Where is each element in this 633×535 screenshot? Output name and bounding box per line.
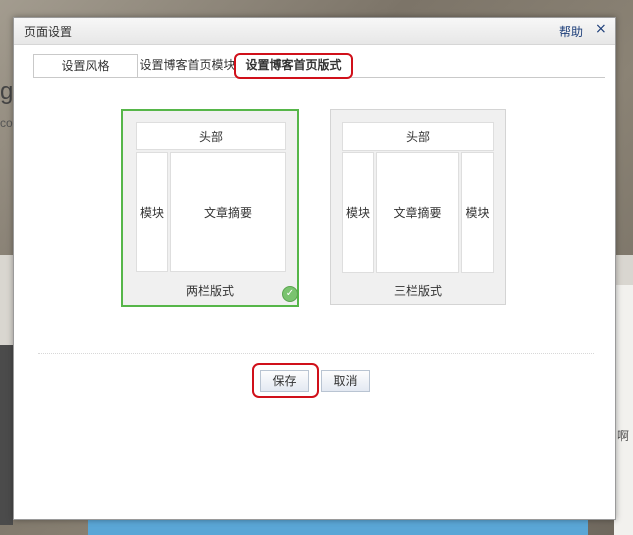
- layout-main-block: 文章摘要: [170, 152, 286, 272]
- tabs-divider: [33, 77, 605, 78]
- layout-main-block: 文章摘要: [376, 152, 459, 273]
- layout-header-block: 头部: [136, 122, 286, 150]
- footer-separator: [38, 353, 594, 354]
- cancel-button[interactable]: 取消: [321, 370, 370, 392]
- help-link[interactable]: 帮助: [559, 23, 583, 40]
- layout-option-label: 两栏版式: [185, 284, 234, 298]
- selected-check-icon: ✓: [282, 286, 298, 302]
- background-right-panel: [614, 285, 633, 535]
- page-settings-dialog: 页面设置 帮助 × 设置风格 设置博客首页模块 设置博客首页版式 头部 模块 文…: [13, 17, 616, 520]
- tab-set-layout[interactable]: 设置博客首页版式: [238, 54, 349, 76]
- tab-set-modules[interactable]: 设置博客首页模块: [139, 54, 236, 76]
- background-text-fragment: g: [0, 78, 14, 105]
- close-icon[interactable]: ×: [595, 21, 607, 37]
- layout-right-module-block: 模块: [461, 152, 494, 273]
- layout-left-module-block: 模块: [342, 152, 374, 273]
- layout-header-block: 头部: [342, 122, 494, 151]
- layout-left-module-block: 模块: [136, 152, 168, 272]
- layout-option-two-column[interactable]: 头部 模块 文章摘要 两栏版式 ✓: [121, 109, 299, 307]
- dialog-title: 页面设置: [24, 25, 73, 39]
- background-image-left: [0, 345, 13, 525]
- layout-option-label: 三栏版式: [393, 284, 442, 298]
- tab-set-style[interactable]: 设置风格: [33, 54, 138, 77]
- background-blue-strip: [88, 518, 588, 535]
- background-text-fragment: co: [0, 116, 13, 130]
- save-button[interactable]: 保存: [260, 370, 309, 392]
- background-text-fragment: 啊: [617, 429, 630, 443]
- layout-option-three-column[interactable]: 头部 模块 文章摘要 模块 三栏版式: [330, 109, 506, 305]
- dialog-titlebar: 页面设置 帮助 ×: [14, 18, 615, 45]
